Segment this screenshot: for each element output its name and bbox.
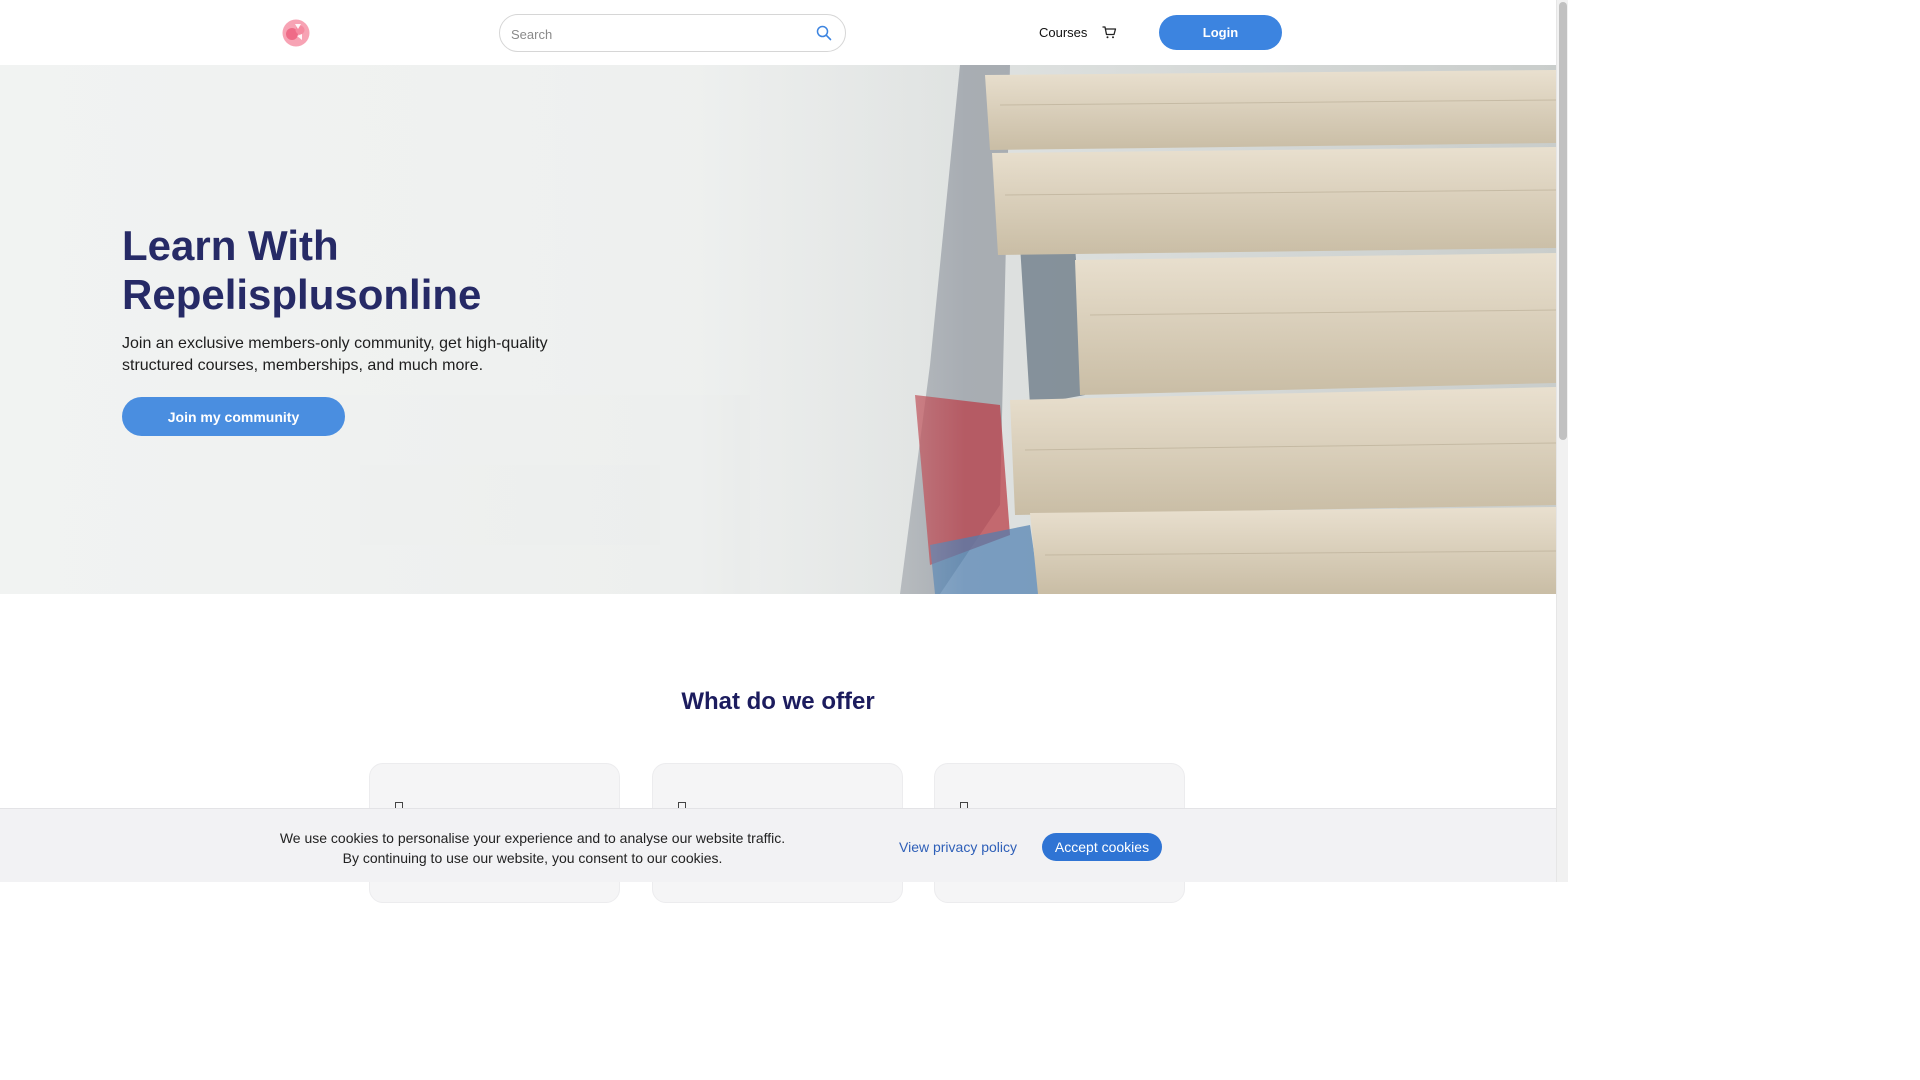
nav-courses-link[interactable]: Courses (1039, 25, 1087, 40)
search-input[interactable] (511, 24, 801, 44)
hero-title: Learn With Repelisplusonline (122, 222, 482, 318)
hero-subtitle: Join an exclusive members-only community… (122, 335, 548, 374)
hero-section: Learn With Repelisplusonline Join an exc… (0, 65, 1556, 594)
scrollbar-thumb[interactable] (1559, 2, 1567, 440)
cookie-message: We use cookies to personalise your exper… (262, 828, 803, 868)
cookie-message-line: By continuing to use our website, you co… (342, 850, 723, 866)
brand-logo-icon[interactable] (282, 19, 310, 47)
cookie-consent-bar: We use cookies to personalise your exper… (0, 808, 1556, 882)
search-bar (499, 14, 846, 52)
search-icon[interactable] (816, 25, 832, 41)
cookie-message-line: We use cookies to personalise your exper… (279, 830, 786, 846)
login-button[interactable]: Login (1159, 15, 1282, 50)
privacy-policy-link[interactable]: View privacy policy (899, 839, 1017, 855)
join-community-button[interactable]: Join my community (122, 397, 345, 436)
section-title: What do we offer (681, 688, 875, 715)
page-scrollbar[interactable] (1556, 0, 1568, 882)
accept-cookies-button[interactable]: Accept cookies (1042, 833, 1162, 861)
cart-icon[interactable] (1102, 25, 1117, 40)
books-stack-illustration (0, 65, 1556, 594)
site-header: Courses Login (0, 0, 1556, 65)
